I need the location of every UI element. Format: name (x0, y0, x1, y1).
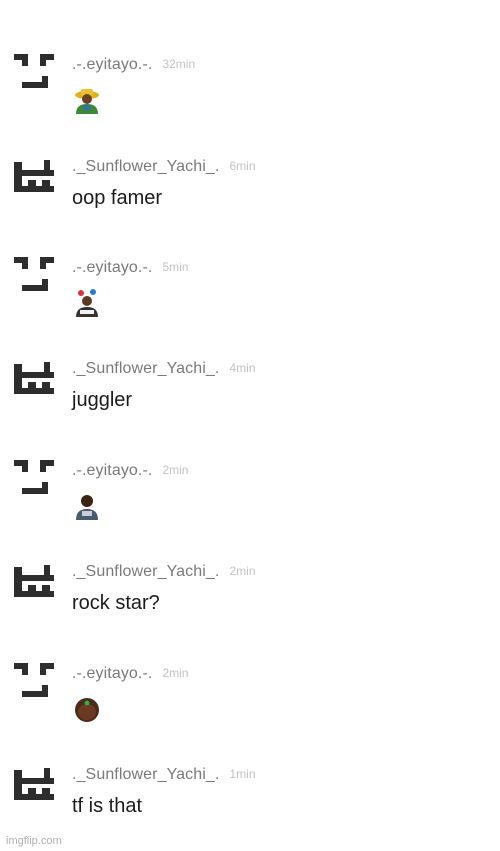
building-avatar-icon[interactable] (14, 762, 54, 802)
username[interactable]: .-.eyitayo.-. (72, 462, 152, 479)
timestamp: 1min (229, 767, 256, 781)
timestamp: 2min (162, 666, 189, 680)
juggler-emoji-icon (72, 288, 102, 318)
message-header: .-.eyitayo.-. 2min (72, 462, 188, 480)
face-avatar-icon[interactable] (14, 661, 54, 701)
timestamp: 2min (229, 564, 256, 578)
timestamp: 6min (229, 159, 256, 173)
timestamp: 4min (229, 361, 256, 375)
face-avatar-icon[interactable] (14, 458, 54, 498)
watermark: imgflip.com (6, 835, 62, 847)
timestamp: 2min (162, 463, 189, 477)
username[interactable]: ._Sunflower_Yachi_. (72, 360, 219, 377)
message-header: .-.eyitayo.-. 2min (72, 665, 188, 683)
chat-message: ._Sunflower_Yachi_. 6min oop famer (0, 154, 500, 234)
message-text: rock star? (72, 592, 160, 614)
chat-message: ._Sunflower_Yachi_. 4min juggler (0, 356, 500, 436)
chat-message: ._Sunflower_Yachi_. 2min rock star? (0, 559, 500, 639)
message-header: .-.eyitayo.-. 5min (72, 259, 188, 277)
username[interactable]: .-.eyitayo.-. (72, 259, 152, 276)
building-avatar-icon[interactable] (14, 356, 54, 396)
building-avatar-icon[interactable] (14, 154, 54, 194)
chat-message: .-.eyitayo.-. 2min (0, 458, 500, 538)
username[interactable]: ._Sunflower_Yachi_. (72, 563, 219, 580)
timestamp: 32min (162, 57, 196, 71)
message-header: ._Sunflower_Yachi_. 4min (72, 360, 256, 378)
face-avatar-icon[interactable] (14, 52, 54, 92)
farmer-emoji-icon (72, 85, 102, 115)
message-header: ._Sunflower_Yachi_. 1min (72, 766, 256, 784)
singer-emoji-icon (72, 491, 102, 521)
chat-message: .-.eyitayo.-. 5min (0, 255, 500, 335)
face-dot-emoji-icon (72, 694, 102, 724)
chat-message: .-.eyitayo.-. 32min (0, 52, 500, 132)
message-header: .-.eyitayo.-. 32min (72, 56, 195, 74)
username[interactable]: .-.eyitayo.-. (72, 56, 152, 73)
message-text: juggler (72, 389, 133, 411)
chat-message-list: .-.eyitayo.-. 32min ._Sunflower_Yachi_. … (0, 0, 500, 851)
chat-message: ._Sunflower_Yachi_. 1min tf is that (0, 762, 500, 842)
message-header: ._Sunflower_Yachi_. 6min (72, 158, 256, 176)
username[interactable]: .-.eyitayo.-. (72, 665, 152, 682)
face-avatar-icon[interactable] (14, 255, 54, 295)
chat-message: .-.eyitayo.-. 2min (0, 661, 500, 741)
message-text: tf is that (72, 795, 143, 817)
message-text: oop famer (72, 187, 163, 209)
message-header: ._Sunflower_Yachi_. 2min (72, 563, 256, 581)
username[interactable]: ._Sunflower_Yachi_. (72, 766, 219, 783)
timestamp: 5min (162, 260, 189, 274)
username[interactable]: ._Sunflower_Yachi_. (72, 158, 219, 175)
building-avatar-icon[interactable] (14, 559, 54, 599)
